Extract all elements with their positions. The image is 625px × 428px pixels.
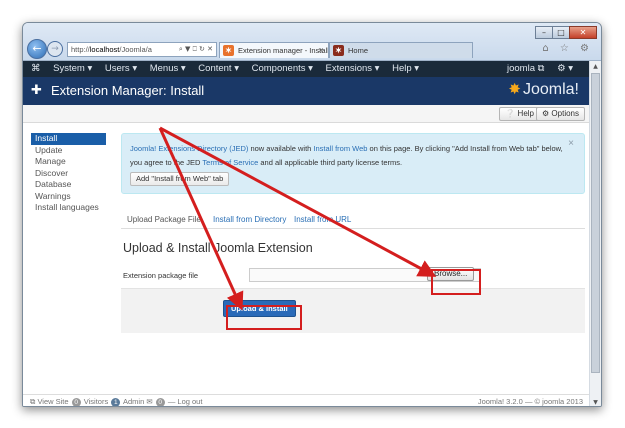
- arrow-to-upload: [158, 127, 244, 311]
- arrow-to-browse: [159, 126, 437, 277]
- annotation-arrows: [158, 126, 437, 311]
